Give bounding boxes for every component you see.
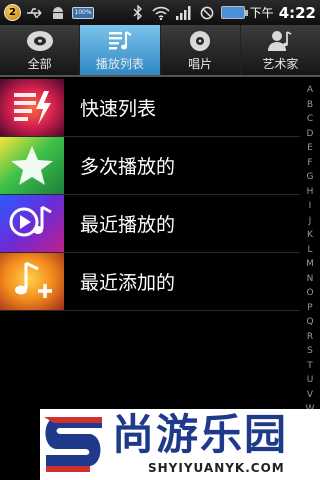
tab-label: 艺术家: [262, 57, 299, 71]
alphabet-letter[interactable]: O: [306, 289, 313, 298]
status-left: 2 100%: [4, 4, 94, 21]
alphabet-letter[interactable]: K: [307, 231, 313, 240]
alphabet-letter[interactable]: A: [307, 86, 313, 95]
status-right: 下午 4:22: [129, 4, 316, 22]
watermark-banner: 尚游乐园 SHYIYUANYK.COM: [40, 409, 320, 480]
wifi-icon: [152, 5, 170, 21]
list-item-label: 最近添加的: [80, 272, 176, 294]
alphabet-letter[interactable]: P: [307, 303, 312, 313]
list-item-quick-list[interactable]: 快速列表: [0, 79, 300, 137]
list-item-label: 最近播放的: [80, 214, 176, 236]
tab-albums[interactable]: 唱片: [161, 25, 241, 75]
alphabet-letter[interactable]: I: [309, 202, 312, 211]
usb-icon: [26, 5, 44, 21]
alphabet-letter[interactable]: Q: [306, 318, 313, 327]
alphabet-letter[interactable]: E: [307, 144, 313, 153]
watermark-title: 尚游乐园: [112, 410, 289, 459]
alphabet-letter[interactable]: L: [307, 245, 312, 255]
music-add-icon: [0, 253, 64, 310]
artist-icon: [263, 28, 297, 54]
tab-label: 全部: [27, 57, 52, 71]
alphabet-letter[interactable]: N: [307, 274, 314, 284]
alphabet-letter[interactable]: S: [307, 347, 313, 356]
signal-icon: [175, 5, 193, 21]
bluetooth-icon: [129, 5, 147, 21]
album-icon: [183, 28, 217, 54]
tab-label: 播放列表: [95, 57, 144, 71]
tab-playlists[interactable]: 播放列表: [80, 25, 161, 75]
alphabet-letter[interactable]: M: [306, 260, 314, 269]
alphabet-letter[interactable]: B: [307, 100, 313, 110]
battery-icon: [220, 6, 248, 19]
alphabet-letter[interactable]: G: [307, 173, 314, 182]
watermark-subtitle: SHYIYUANYK.COM: [148, 461, 285, 475]
alphabet-letter[interactable]: D: [307, 129, 314, 139]
list-item-label: 多次播放的: [80, 156, 176, 178]
alphabet-letter[interactable]: R: [307, 332, 313, 342]
list-item-recently-added[interactable]: 最近添加的: [0, 253, 300, 311]
battery-small-icon: 100%: [72, 6, 94, 19]
alphabet-index[interactable]: ABCDEFGHIJKLMNOPQRSTUVW: [302, 86, 318, 414]
alphabet-letter[interactable]: V: [307, 390, 313, 400]
quick-list-icon: [0, 79, 64, 136]
tab-bar: 全部 播放列表 唱片 艺术家: [0, 25, 320, 77]
alphabet-letter[interactable]: J: [309, 216, 312, 226]
alphabet-letter[interactable]: T: [307, 361, 313, 371]
watermark-logo: [40, 411, 112, 477]
list-item-label: 快速列表: [80, 98, 157, 120]
tab-all[interactable]: 全部: [0, 25, 81, 75]
list-item-recently-played[interactable]: 最近播放的: [0, 195, 300, 253]
alphabet-letter[interactable]: U: [307, 376, 314, 385]
disc-icon: [23, 28, 57, 54]
recent-play-icon: [0, 195, 64, 252]
alphabet-letter[interactable]: H: [307, 187, 314, 197]
playlist-list: 快速列表 多次播放的 最近播放的 最近添加的: [0, 79, 300, 311]
clock-time: 4:22: [278, 3, 316, 22]
tab-label: 唱片: [188, 57, 213, 71]
alphabet-letter[interactable]: C: [307, 115, 313, 124]
list-item-most-played[interactable]: 多次播放的: [0, 137, 300, 195]
notification-badge: 2: [4, 4, 21, 21]
alphabet-letter[interactable]: F: [307, 158, 312, 168]
do-not-disturb-icon: [198, 5, 216, 21]
android-icon: [49, 5, 67, 21]
status-bar: 2 100% 下午 4:22: [0, 0, 320, 25]
star-icon: [0, 137, 64, 194]
clock-ampm: 下午: [249, 6, 274, 20]
playlist-icon: [103, 28, 137, 54]
tab-artists[interactable]: 艺术家: [241, 25, 320, 75]
